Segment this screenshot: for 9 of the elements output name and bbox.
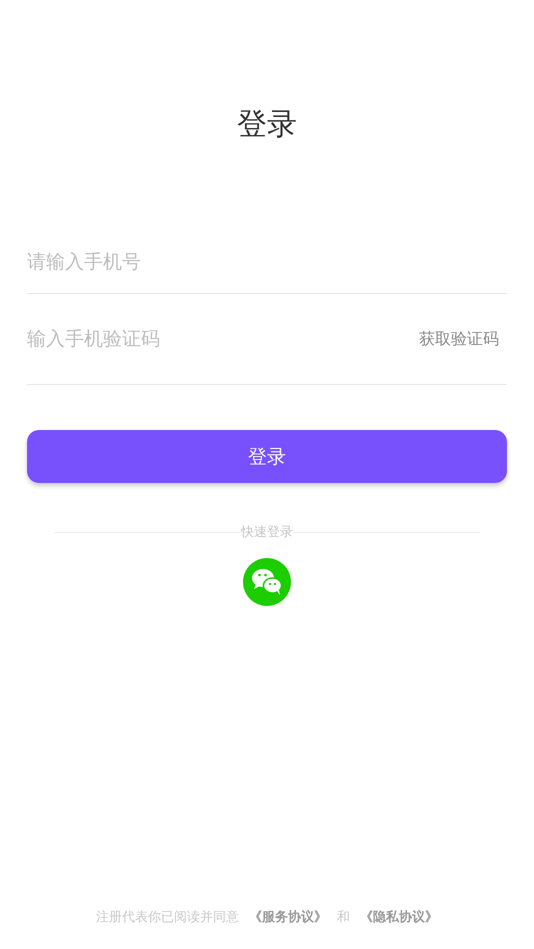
agreement-link[interactable]: 《服务协议》 [249, 908, 327, 926]
agreement-link[interactable]: 《隐私协议》 [360, 908, 438, 926]
input-field[interactable]: 请输入手机号 [27, 242, 507, 282]
page-title: 登录 [236, 106, 298, 144]
wechat-icon[interactable] [243, 558, 291, 606]
login-button[interactable]: 登录 [27, 430, 507, 483]
input-field[interactable]: 输入手机验证码 [27, 319, 411, 359]
get-code-button[interactable]: 获取验证码 [411, 328, 507, 350]
quick-login-label: 快速登录 [241, 524, 293, 541]
